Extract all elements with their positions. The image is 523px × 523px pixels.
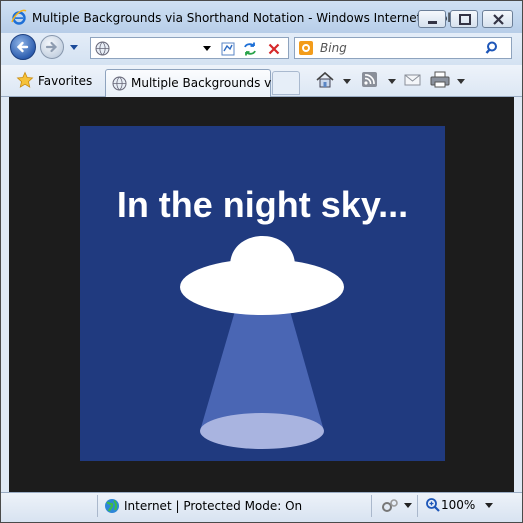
favorites-star-icon[interactable] [16, 71, 34, 89]
internet-zone-globe-icon [105, 499, 119, 513]
security-zone-text[interactable]: Internet | Protected Mode: On [124, 499, 302, 513]
address-dropdown[interactable] [203, 46, 211, 51]
maximize-icon [459, 14, 471, 25]
close-icon [493, 14, 504, 25]
page-content: In the night sky... [9, 97, 514, 492]
zoom-dropdown[interactable] [485, 503, 493, 508]
feeds-dropdown[interactable] [388, 79, 396, 84]
globe-icon [112, 76, 127, 91]
stop-icon[interactable] [265, 40, 283, 58]
search-icon[interactable] [485, 40, 501, 56]
tab-active[interactable]: Multiple Backgrounds vi... [105, 69, 286, 97]
favorites-button[interactable]: Favorites [38, 74, 92, 88]
window-title: Multiple Backgrounds via Shorthand Notat… [32, 11, 463, 25]
status-separator [97, 495, 98, 517]
home-dropdown[interactable] [343, 79, 351, 84]
recent-pages-dropdown[interactable] [70, 45, 78, 50]
title-bar: Multiple Backgrounds via Shorthand Notat… [1, 1, 522, 33]
ie-logo-icon [11, 9, 27, 25]
browser-window: Multiple Backgrounds via Shorthand Notat… [0, 0, 523, 523]
globe-icon [95, 41, 110, 56]
night-sky-panel: In the night sky... [80, 126, 445, 461]
settings-dropdown[interactable] [404, 503, 412, 508]
forward-button[interactable] [40, 35, 64, 59]
security-settings-icon[interactable] [381, 498, 399, 514]
minimize-icon [428, 21, 437, 24]
search-box[interactable]: Bing [294, 37, 512, 59]
forward-arrow-icon [45, 41, 58, 53]
refresh-icon[interactable] [241, 40, 259, 58]
print-icon[interactable] [430, 71, 450, 89]
zoom-icon[interactable] [425, 497, 441, 513]
print-dropdown[interactable] [457, 79, 465, 84]
tab-label: Multiple Backgrounds vi... [131, 76, 287, 90]
status-separator [371, 495, 372, 517]
compatibility-view-icon[interactable] [219, 40, 237, 58]
back-button[interactable] [10, 34, 36, 60]
search-input[interactable]: Bing [320, 41, 347, 55]
close-window-button[interactable] [482, 10, 513, 28]
beam-spot [200, 413, 324, 449]
minimize-button[interactable] [418, 10, 446, 28]
ufo-saucer [180, 259, 344, 315]
address-bar[interactable] [90, 37, 289, 59]
new-tab-button[interactable] [272, 71, 300, 95]
maximize-button[interactable] [450, 10, 478, 28]
zoom-level[interactable]: 100% [441, 498, 475, 512]
mail-icon[interactable] [404, 71, 422, 89]
back-arrow-icon [16, 41, 29, 53]
rss-feed-icon[interactable] [361, 71, 379, 89]
bing-logo-icon [299, 41, 313, 55]
status-separator [417, 495, 418, 517]
home-icon[interactable] [315, 71, 335, 89]
ufo-illustration [180, 236, 344, 449]
